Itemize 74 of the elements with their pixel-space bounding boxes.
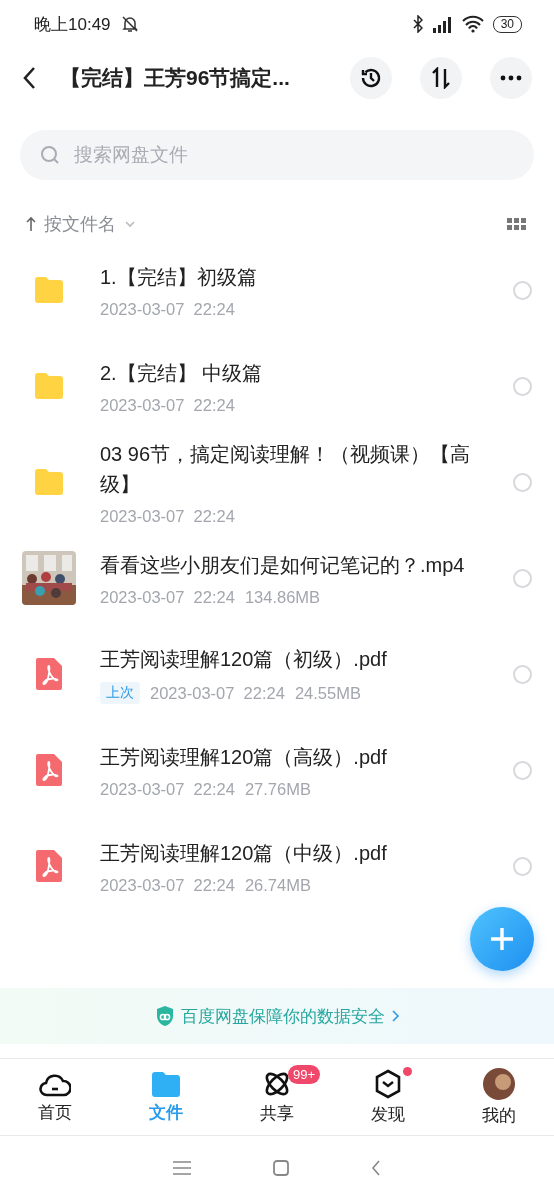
chevron-right-icon: [390, 1009, 400, 1023]
select-checkbox[interactable]: [513, 376, 532, 396]
select-checkbox[interactable]: [513, 760, 532, 780]
file-name: 03 96节，搞定阅读理解！（视频课）【高级】: [100, 441, 472, 497]
file-date: 2023-03-07 22:24: [100, 875, 235, 895]
battery-level: 30: [492, 15, 522, 33]
more-button[interactable]: [490, 57, 532, 99]
folder-icon: [151, 1070, 182, 1097]
menu-icon[interactable]: [173, 1161, 191, 1175]
nav-tab[interactable]: 我的: [443, 1059, 554, 1135]
file-row[interactable]: 03 96节，搞定阅读理解！（视频课）【高级】 2023-03-07 22:24: [0, 434, 554, 530]
back-icon[interactable]: [22, 66, 36, 90]
file-row[interactable]: 2.【完结】 中级篇 2023-03-07 22:24: [0, 338, 554, 434]
select-checkbox[interactable]: [513, 664, 532, 684]
shield-icon: [154, 1005, 175, 1027]
file-row[interactable]: 王芳阅读理解120篇（初级）.pdf 上次 2023-03-07 22:24 24.55MB: [0, 626, 554, 722]
search-input[interactable]: 搜索网盘文件: [72, 143, 514, 167]
file-size: 26.74MB: [244, 875, 311, 895]
pdf-icon: [36, 658, 62, 690]
grid-view-icon[interactable]: [507, 218, 526, 230]
nav-tab[interactable]: 发现: [332, 1059, 444, 1135]
banner-text: 百度网盘保障你的数据安全: [180, 1005, 385, 1028]
add-button[interactable]: [470, 907, 534, 971]
bell-off-icon: [120, 15, 139, 33]
wifi-icon: [460, 15, 485, 33]
home-square-icon[interactable]: [273, 1160, 289, 1176]
folder-icon: [33, 372, 65, 400]
folder-title: 【完结】王芳96节搞定...: [59, 65, 291, 91]
count-badge: 99+: [288, 1065, 321, 1084]
folder-icon: [33, 276, 65, 304]
file-name: 2.【完结】 中级篇: [100, 360, 264, 386]
file-size: 134.86MB: [244, 587, 321, 607]
sort-button[interactable]: [420, 57, 462, 99]
nav-tab[interactable]: 首页: [0, 1059, 111, 1135]
select-checkbox[interactable]: [513, 568, 532, 588]
file-name: 1.【完结】初级篇: [100, 264, 258, 290]
history-icon: [359, 66, 383, 90]
status-time: 晚上10:49: [34, 13, 111, 36]
file-size: 27.76MB: [244, 779, 311, 799]
file-row[interactable]: 看看这些小朋友们是如何记笔记的？.mp4 2023-03-07 22:24 134.86MB: [0, 530, 554, 626]
file-date: 2023-03-07 22:24: [150, 683, 285, 703]
search-field[interactable]: 搜索网盘文件: [20, 130, 534, 180]
file-row[interactable]: 王芳阅读理解120篇（高级）.pdf 2023-03-07 22:24 27.76MB: [0, 722, 554, 818]
avatar-icon: [482, 1067, 515, 1100]
search-icon: [40, 145, 60, 165]
file-date: 2023-03-07 22:24: [100, 395, 235, 415]
last-opened-tag: 上次: [100, 682, 140, 704]
up-arrow-icon: [26, 216, 36, 232]
plus-icon: [489, 926, 515, 952]
file-row[interactable]: 王芳阅读理解120篇（中级）.pdf 2023-03-07 22:24 26.74MB: [0, 818, 554, 914]
sort-arrows-icon: [430, 67, 452, 89]
file-size: 24.55MB: [294, 683, 361, 703]
pdf-icon: [36, 754, 62, 786]
chevron-down-icon: [124, 220, 136, 228]
select-checkbox[interactable]: [513, 472, 532, 492]
file-name: 王芳阅读理解120篇（初级）.pdf: [100, 647, 388, 672]
bluetooth-icon: [412, 15, 423, 33]
pdf-icon: [36, 850, 62, 882]
file-name: 王芳阅读理解120篇（高级）.pdf: [100, 744, 388, 770]
select-checkbox[interactable]: [513, 280, 532, 300]
file-date: 2023-03-07 22:24: [100, 779, 235, 799]
folder-icon: [33, 468, 65, 496]
signal-icon: [430, 15, 453, 33]
file-name: 看看这些小朋友们是如何记笔记的？.mp4: [100, 552, 466, 578]
select-checkbox[interactable]: [513, 856, 532, 876]
more-icon: [500, 75, 522, 81]
file-date: 2023-03-07 22:24: [100, 587, 235, 607]
nav-tab[interactable]: 共享 99+: [221, 1059, 333, 1135]
hexagon-icon: [373, 1068, 402, 1099]
history-button[interactable]: [350, 57, 392, 99]
file-date: 2023-03-07 22:24: [100, 506, 235, 526]
file-row[interactable]: 1.【完结】初级篇 2023-03-07 22:24: [0, 242, 554, 338]
file-name: 王芳阅读理解120篇（中级）.pdf: [100, 840, 388, 866]
file-date: 2023-03-07 22:24: [100, 299, 235, 319]
